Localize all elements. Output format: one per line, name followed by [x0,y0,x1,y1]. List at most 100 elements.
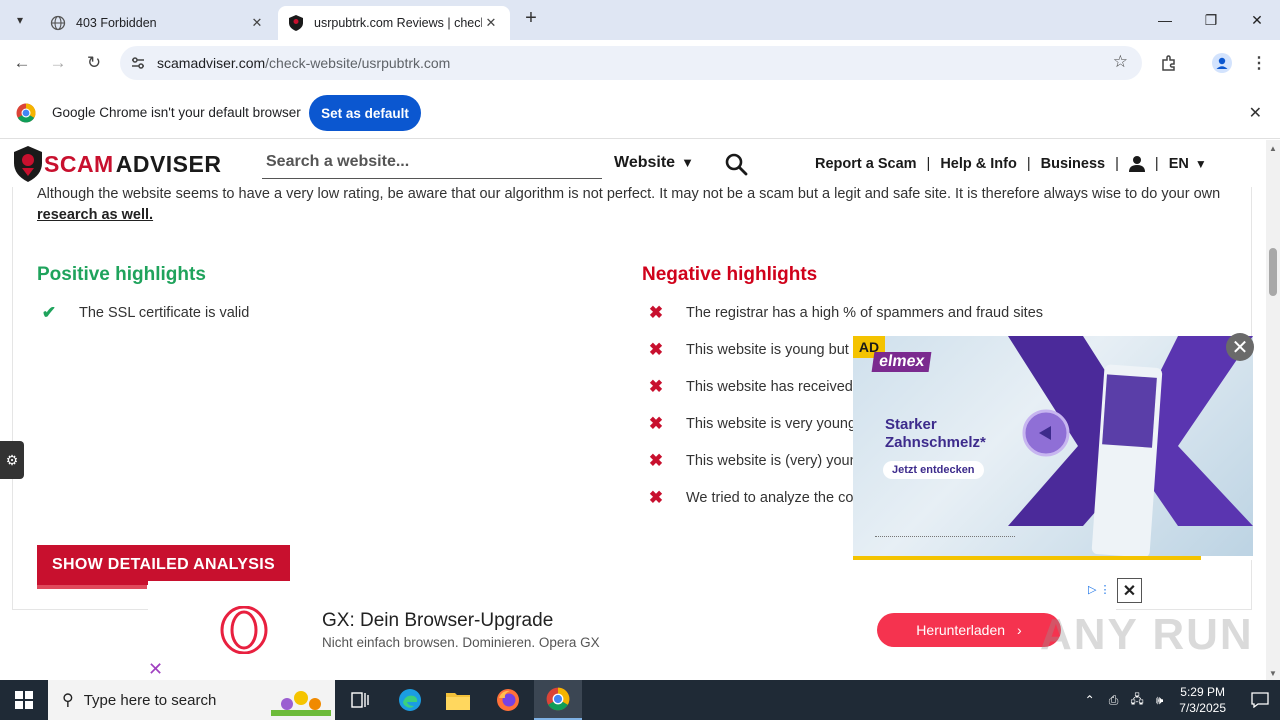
nav-business[interactable]: Business [1041,156,1105,172]
scamadviser-logo[interactable]: SCAM ADVISER [14,146,221,182]
edge-icon[interactable] [386,680,434,720]
tab-403-forbidden[interactable]: 403 Forbidden ✕ [40,6,276,40]
close-video-ad-icon[interactable]: ✕ [1226,333,1254,361]
positive-highlights-title: Positive highlights [37,264,206,285]
cross-icon: ✖ [648,377,664,396]
chrome-taskbar-icon[interactable] [534,680,582,720]
firefox-icon[interactable] [484,680,532,720]
reload-icon[interactable]: ↻ [80,49,108,77]
device-icon[interactable]: ⎙ [1109,693,1119,708]
research-link[interactable]: research as well. [37,207,153,223]
tab-search-dropdown-icon[interactable]: ▾ [8,8,32,32]
chevron-down-icon: ▼ [681,155,694,170]
notifications-icon[interactable] [1240,692,1280,708]
negative-item: ✖ This website is very young [648,414,857,433]
extensions-icon[interactable] [1155,49,1183,77]
scrollbar-thumb[interactable] [1269,248,1277,296]
ad-cta-button[interactable]: Jetzt entdecken [883,461,984,479]
chevron-right-icon: › [1017,622,1022,638]
new-tab-icon[interactable]: + [520,8,542,30]
close-tab-icon[interactable]: ✕ [482,14,500,32]
tab-strip: ▾ 403 Forbidden ✕ usrpubtrk.com Reviews … [0,0,1280,40]
web-content: SCAM ADVISER Search a website... Website ▼… [0,140,1266,680]
profile-icon[interactable] [1208,49,1236,77]
x-brand-mark-icon: ✕ [148,659,164,679]
close-banner-ad-icon[interactable]: ✕ [1117,578,1142,603]
tab-title: usrpubtrk.com Reviews | check [314,16,482,30]
browser-toolbar: ← → ↻ scamadviser.com/check-website/usrp… [0,40,1280,86]
search-type-dropdown[interactable]: Website ▼ [614,154,694,172]
positive-item: ✔ The SSL certificate is valid [41,303,250,322]
opera-banner-ad[interactable]: GX: Dein Browser-Upgrade Nicht einfach b… [148,581,1116,680]
negative-item: ✖ This website has received ( [648,377,862,396]
chrome-menu-icon[interactable]: ⋮ [1245,49,1273,77]
language-selector[interactable]: EN ▼ [1169,156,1207,172]
search-icon: ⚲ [62,692,74,709]
banner-headline: GX: Dein Browser-Upgrade [322,610,554,631]
url-text: scamadviser.com/check-website/usrpubtrk.… [157,55,451,71]
negative-highlights-title: Negative highlights [642,264,818,285]
scamadviser-favicon-icon [288,15,304,31]
minimize-icon[interactable]: — [1142,0,1188,40]
restore-icon[interactable]: ❐ [1188,0,1234,40]
taskbar-clock[interactable]: 5:29 PM 7/3/2025 [1179,684,1226,716]
negative-item: ✖ This website is young but a [648,340,861,359]
site-info-icon[interactable] [128,53,148,73]
ad-fine-print [875,536,1015,540]
task-view-icon[interactable] [336,680,384,720]
download-button[interactable]: Herunterladen › [877,613,1061,647]
adchoices-icon[interactable]: ▷ ⋮ [1088,583,1111,596]
settings-gear-icon[interactable]: ⚙ [0,441,24,479]
cross-icon: ✖ [648,340,664,359]
negative-item: ✖ This website is (very) youn [648,451,858,470]
set-as-default-button[interactable]: Set as default [309,95,421,131]
cross-icon: ✖ [648,414,664,433]
negative-item: ✖ We tried to analyze the cor [648,488,859,507]
chevron-up-icon[interactable]: ⌃ [1085,693,1095,707]
cross-icon: ✖ [648,488,664,507]
system-tray: ⌃ ⎙ 🖧 🕪 5:29 PM 7/3/2025 [1077,680,1280,720]
negative-item: ✖ The registrar has a high % of spammers … [648,303,1044,322]
chevron-down-icon: ▼ [1194,156,1207,171]
scroll-down-icon[interactable]: ▼ [1269,669,1277,678]
volume-icon[interactable]: 🕪 [1156,693,1164,708]
tab-scamadviser[interactable]: usrpubtrk.com Reviews | check ✕ [278,6,510,40]
windows-start-icon[interactable] [0,680,48,720]
network-icon[interactable]: 🖧 [1130,690,1143,711]
infobar-message: Google Chrome isn't your default browser [52,105,301,120]
forward-icon[interactable]: → [44,49,72,77]
close-tab-icon[interactable]: ✕ [248,14,266,32]
page-scrollbar[interactable]: ▲ ▼ [1266,140,1280,680]
close-window-icon[interactable]: ✕ [1234,0,1280,40]
address-bar[interactable]: scamadviser.com/check-website/usrpubtrk.… [120,46,1142,80]
anyrun-watermark: ANY RUN [1040,610,1254,659]
default-browser-infobar: Google Chrome isn't your default browser… [0,86,1280,139]
nav-report-scam[interactable]: Report a Scam [815,156,917,172]
elmex-logo: elmex [871,352,932,372]
nav-help-info[interactable]: Help & Info [940,156,1017,172]
ad-progress-bar [853,556,1201,560]
globe-icon [50,15,66,31]
scamadviser-header: SCAM ADVISER Search a website... Website ▼… [0,140,1266,187]
video-ad[interactable]: AD elmex Starker Zahnschmelz* Jetzt entde… [853,336,1253,560]
windows-taskbar: ⚲ Type here to search ⌃ ⎙ 🖧 🕪 5:29 PM 7/… [0,680,1280,720]
taskbar-search-box[interactable]: ⚲ Type here to search [48,680,335,720]
cross-icon: ✖ [648,303,664,322]
cross-icon: ✖ [648,451,664,470]
search-highlight-flowers-icon [271,691,331,716]
scroll-up-icon[interactable]: ▲ [1269,144,1277,153]
close-infobar-icon[interactable]: ✕ [1249,103,1262,123]
website-search-input[interactable]: Search a website... [262,153,602,179]
shield-logo-icon [14,146,42,182]
search-icon[interactable] [724,152,748,176]
show-detailed-analysis-button[interactable]: SHOW DETAILED ANALYSIS [37,545,290,589]
back-icon[interactable]: ← [8,49,36,77]
main-nav: Report a Scam | Help & Info | Business |… [815,155,1207,172]
file-explorer-icon[interactable] [434,680,482,720]
user-account-icon[interactable] [1128,155,1145,172]
bookmark-star-icon[interactable]: ☆ [1113,52,1128,72]
check-icon: ✔ [41,303,57,322]
opera-gx-logo-icon [220,606,268,654]
chrome-logo-icon [16,103,36,123]
banner-subline: Nicht einfach browsen. Dominieren. Opera… [322,635,600,650]
